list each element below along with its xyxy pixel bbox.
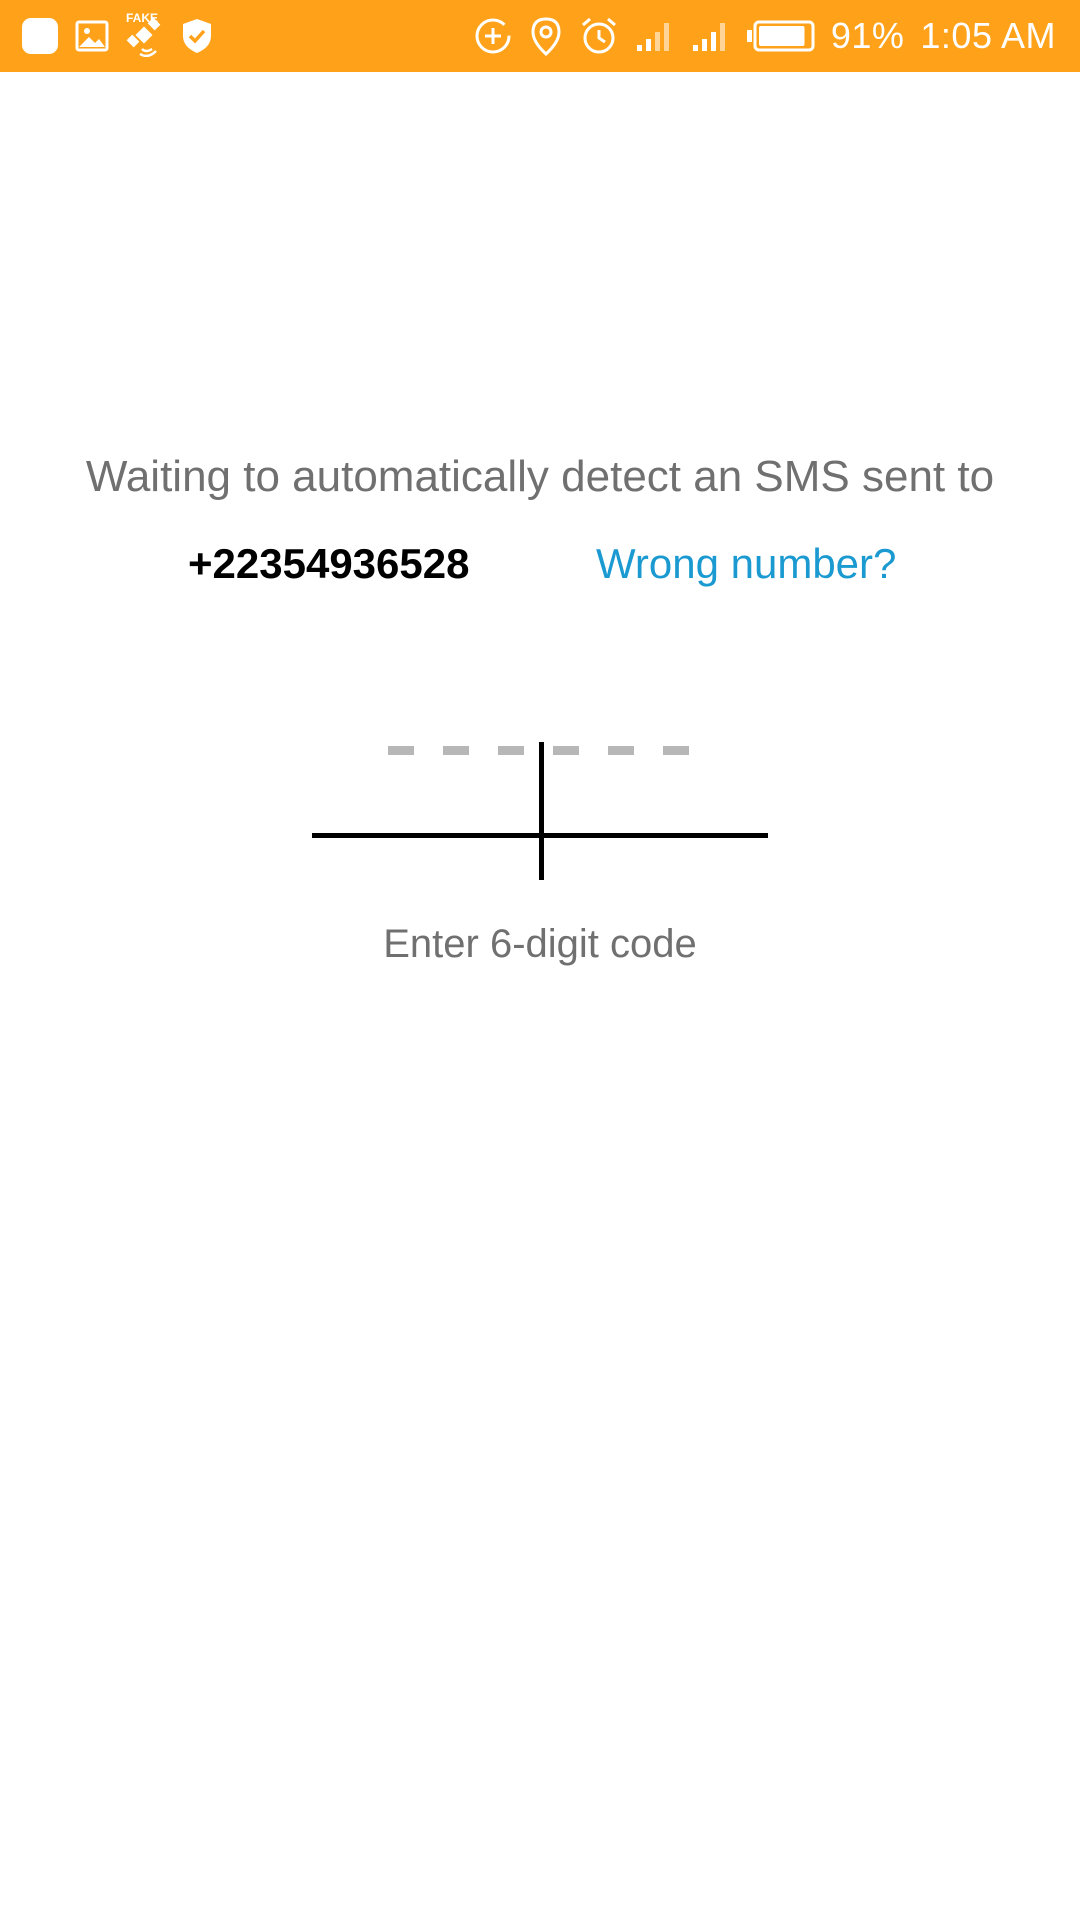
code-digit-placeholder — [443, 746, 469, 755]
signal-sim2-icon — [691, 19, 731, 53]
signal-sim1-icon — [635, 19, 675, 53]
app-notification-icon — [20, 16, 60, 56]
status-bar-left: FAKE — [20, 0, 214, 72]
location-icon — [529, 16, 563, 56]
image-icon — [74, 18, 110, 54]
data-saver-icon — [473, 16, 513, 56]
status-time: 1:05 AM — [920, 15, 1056, 56]
verification-screen — [0, 72, 1080, 1920]
status-bar: FAKE 91% 1:05 AM — [0, 0, 1080, 72]
alarm-icon — [579, 16, 619, 56]
code-digit-placeholder — [663, 746, 689, 755]
code-digit-placeholder — [553, 746, 579, 755]
code-digit-placeholder — [608, 746, 634, 755]
code-digit-placeholder — [388, 746, 414, 755]
wrong-number-link[interactable]: Wrong number? — [596, 540, 896, 588]
text-cursor — [539, 742, 544, 880]
sms-waiting-message: Waiting to automatically detect an SMS s… — [85, 452, 995, 501]
code-hint: Enter 6-digit code — [383, 922, 697, 966]
battery-percent: 91% — [830, 15, 905, 56]
battery-icon — [746, 19, 815, 53]
fake-gps-icon: FAKE — [124, 11, 166, 57]
status-bar-right: 91% 1:05 AM — [473, 0, 1056, 72]
fake-gps-label: FAKE — [126, 11, 159, 25]
shield-check-icon — [180, 17, 214, 55]
code-digit-placeholder — [498, 746, 524, 755]
phone-number: +22354936528 — [188, 540, 470, 587]
